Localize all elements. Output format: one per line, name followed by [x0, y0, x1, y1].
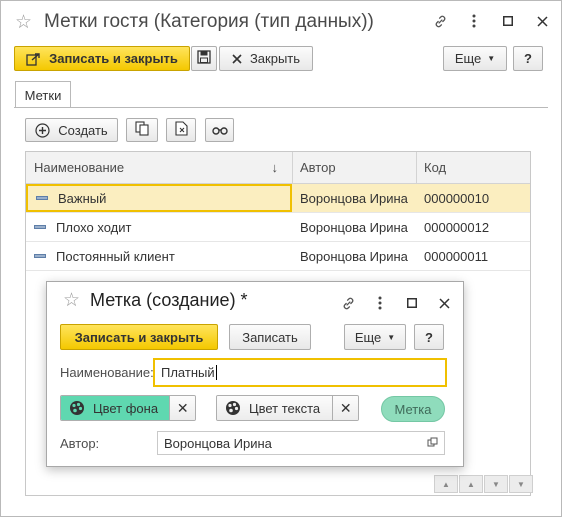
table-header: Наименование ↓ Автор Код — [26, 152, 530, 184]
maximize-icon[interactable] — [499, 10, 517, 32]
cell-author: Воронцова Ирина — [300, 190, 408, 206]
cell-name[interactable]: Постоянный клиент — [26, 242, 292, 270]
disk-icon — [197, 50, 211, 67]
scroll-buttons: ▲ ▲ ▼ ▼ — [434, 475, 533, 493]
table-row[interactable]: Постоянный клиент Воронцова Ирина 000000… — [26, 242, 530, 271]
tab-labels[interactable]: Метки — [15, 81, 71, 108]
label-create-dialog: ☆ Метка (создание) * Записать и закрыть … — [46, 281, 464, 467]
link-icon[interactable] — [431, 10, 449, 32]
column-header-name[interactable]: Наименование ↓ — [26, 152, 292, 183]
scroll-first-icon[interactable]: ▲ — [434, 475, 458, 493]
cell-code: 000000010 — [424, 190, 490, 206]
save-button[interactable] — [191, 46, 217, 71]
row-item-icon — [34, 225, 46, 229]
copy-icon — [135, 121, 149, 139]
cell-name[interactable]: Плохо ходит — [26, 213, 292, 241]
scroll-last-icon[interactable]: ▼ — [509, 475, 533, 493]
window-controls — [431, 10, 551, 32]
row-item-icon — [36, 196, 48, 200]
more-icon[interactable] — [371, 292, 389, 314]
label-preview: Метка — [381, 396, 445, 422]
name-input[interactable]: Платный — [153, 358, 447, 387]
cell-code: 000000011 — [424, 248, 489, 264]
dropdown-arrow-icon: ▼ — [387, 332, 396, 342]
cell-author: Воронцова Ирина — [300, 219, 408, 235]
find-button[interactable] — [205, 118, 234, 142]
bg-color-control: Цвет фона ✕ — [60, 395, 196, 421]
dialog-title-bar: ☆ Метка (создание) * — [63, 290, 248, 311]
close-x-icon — [232, 53, 242, 64]
plus-circle-icon — [35, 122, 50, 138]
window-title: Метки гостя (Категория (тип данных)) — [44, 11, 374, 32]
more-button[interactable]: Еще ▼ — [443, 46, 507, 71]
save-close-icon — [26, 52, 41, 66]
text-color-control: Цвет текста ✕ — [216, 395, 359, 421]
create-button[interactable]: Создать — [25, 118, 118, 142]
clear-bg-color-button[interactable]: ✕ — [169, 396, 195, 420]
author-field[interactable]: Воронцова Ирина — [157, 431, 445, 455]
window-title-bar: ☆ Метки гостя (Категория (тип данных)) — [15, 7, 374, 37]
mark-deletion-button[interactable] — [166, 118, 196, 142]
delete-mark-icon — [174, 121, 188, 139]
palette-icon — [69, 400, 85, 416]
main-window: ☆ Метки гостя (Категория (тип данных)) З… — [0, 0, 562, 517]
dropdown-arrow-icon: ▼ — [487, 54, 496, 63]
save-and-close-button[interactable]: Записать и закрыть — [14, 46, 190, 71]
dialog-controls — [339, 292, 453, 314]
more-icon[interactable] — [465, 10, 483, 32]
star-icon[interactable]: ☆ — [15, 13, 32, 32]
palette-icon — [225, 400, 241, 416]
tab-divider — [14, 107, 548, 108]
cell-name[interactable]: Важный — [26, 184, 292, 212]
table-row[interactable]: Плохо ходит Воронцова Ирина 000000012 — [26, 213, 530, 242]
sort-desc-icon: ↓ — [271, 160, 279, 175]
close-icon[interactable] — [435, 292, 453, 314]
column-header-code[interactable]: Код — [416, 152, 530, 183]
scroll-up-icon[interactable]: ▲ — [459, 475, 483, 493]
close-button[interactable]: Закрыть — [219, 46, 313, 71]
close-icon[interactable] — [533, 10, 551, 32]
column-header-author[interactable]: Автор — [292, 152, 416, 183]
find-icon — [211, 123, 228, 138]
clear-text-color-button[interactable]: ✕ — [332, 396, 358, 420]
dialog-title: Метка (создание) * — [90, 290, 248, 310]
cell-author: Воронцова Ирина — [300, 248, 408, 264]
open-icon[interactable] — [427, 437, 438, 448]
scroll-down-icon[interactable]: ▼ — [484, 475, 508, 493]
link-icon[interactable] — [339, 292, 357, 314]
help-button[interactable]: ? — [513, 46, 543, 71]
author-label: Автор: — [60, 436, 100, 451]
dialog-help-button[interactable]: ? — [414, 324, 444, 350]
star-icon[interactable]: ☆ — [63, 291, 80, 310]
dialog-save-button[interactable]: Записать — [229, 324, 311, 350]
bg-color-button[interactable]: Цвет фона — [61, 396, 170, 420]
dialog-save-and-close-button[interactable]: Записать и закрыть — [60, 324, 218, 350]
maximize-icon[interactable] — [403, 292, 421, 314]
dialog-more-button[interactable]: Еще ▼ — [344, 324, 406, 350]
cell-code: 000000012 — [424, 219, 490, 235]
table-row[interactable]: Важный Воронцова Ирина 000000010 — [26, 184, 530, 213]
name-label: Наименование: — [60, 365, 154, 380]
text-color-button[interactable]: Цвет текста — [217, 396, 333, 420]
row-item-icon — [34, 254, 46, 258]
copy-button[interactable] — [126, 118, 158, 142]
